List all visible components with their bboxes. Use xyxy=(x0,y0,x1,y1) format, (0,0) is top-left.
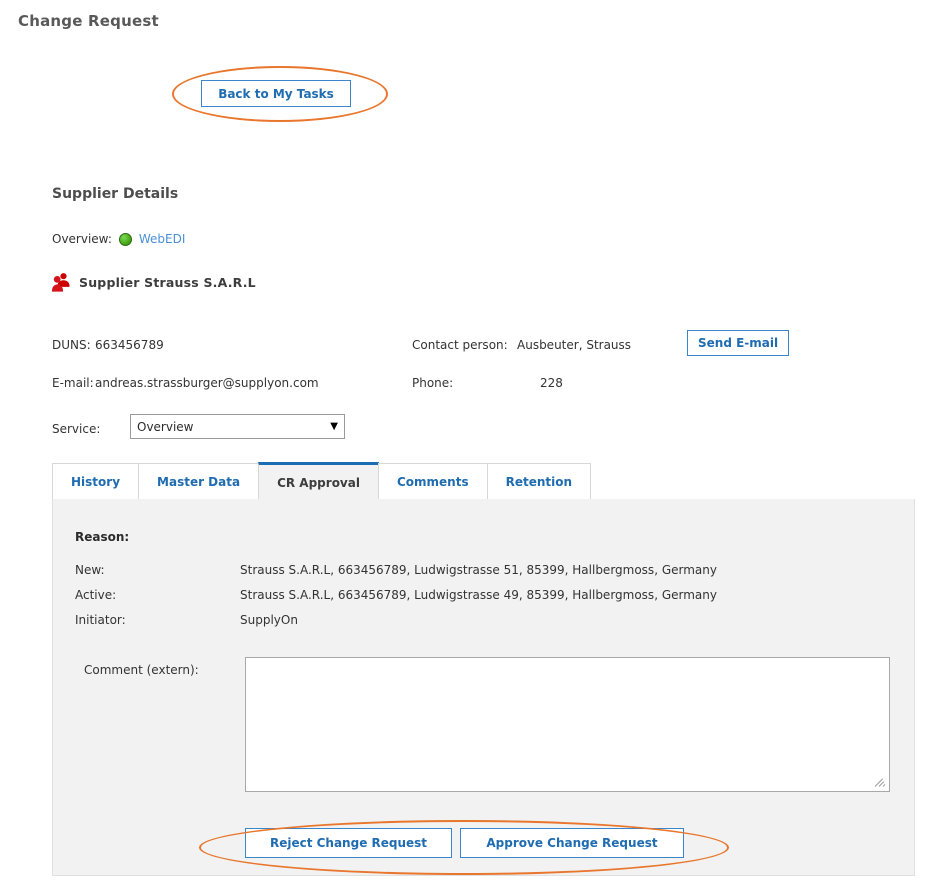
send-email-button[interactable]: Send E-mail xyxy=(687,330,790,356)
tab-cr-approval[interactable]: CR Approval xyxy=(258,462,379,500)
comment-extern-input[interactable] xyxy=(245,657,890,792)
contact-person-label: Contact person: xyxy=(412,338,508,352)
tab-history[interactable]: History xyxy=(52,463,140,500)
tab-master-data[interactable]: Master Data xyxy=(138,463,260,500)
phone-label: Phone: xyxy=(412,376,454,390)
email-label: E-mail: xyxy=(52,376,94,390)
tab-retention[interactable]: Retention xyxy=(486,463,592,500)
approve-change-request-button[interactable]: Approve Change Request xyxy=(460,828,684,858)
overview-row: Overview: WebEDI xyxy=(52,232,185,246)
service-selected-value: Overview xyxy=(137,419,194,434)
contact-person-value: Ausbeuter, Strauss xyxy=(517,338,632,352)
initiator-label: Initiator: xyxy=(75,613,126,627)
tab-bar: History Master Data CR Approval Comments… xyxy=(52,462,592,500)
chevron-down-icon: ▼ xyxy=(330,420,338,432)
supplier-name: Supplier Strauss S.A.R.L xyxy=(79,274,256,290)
active-label: Active: xyxy=(75,588,117,602)
initiator-value: SupplyOn xyxy=(240,613,298,627)
phone-value: 228 xyxy=(540,376,563,390)
comment-extern-label: Comment (extern): xyxy=(84,663,199,677)
reason-heading: Reason: xyxy=(75,530,130,544)
duns-label: DUNS: xyxy=(52,338,91,352)
active-value: Strauss S.A.R.L, 663456789, Ludwigstrass… xyxy=(240,588,717,602)
webedi-link[interactable]: WebEDI xyxy=(139,232,186,246)
service-select[interactable]: Overview ▼ xyxy=(130,414,345,439)
new-label: New: xyxy=(75,563,105,577)
reject-change-request-button[interactable]: Reject Change Request xyxy=(245,828,452,858)
new-value: Strauss S.A.R.L, 663456789, Ludwigstrass… xyxy=(240,563,717,577)
supplier-details-heading: Supplier Details xyxy=(52,186,179,202)
service-label: Service: xyxy=(52,422,101,436)
supplier-name-row: Supplier Strauss S.A.R.L xyxy=(52,272,256,292)
tab-comments[interactable]: Comments xyxy=(377,463,488,500)
page-title: Change Request xyxy=(18,12,159,30)
people-icon xyxy=(52,272,70,292)
duns-value: 663456789 xyxy=(95,338,164,352)
green-status-circle-icon xyxy=(118,232,132,246)
back-to-my-tasks-button[interactable]: Back to My Tasks xyxy=(201,80,351,107)
overview-label: Overview: xyxy=(52,232,112,246)
email-value: andreas.strassburger@supplyon.com xyxy=(95,376,319,390)
